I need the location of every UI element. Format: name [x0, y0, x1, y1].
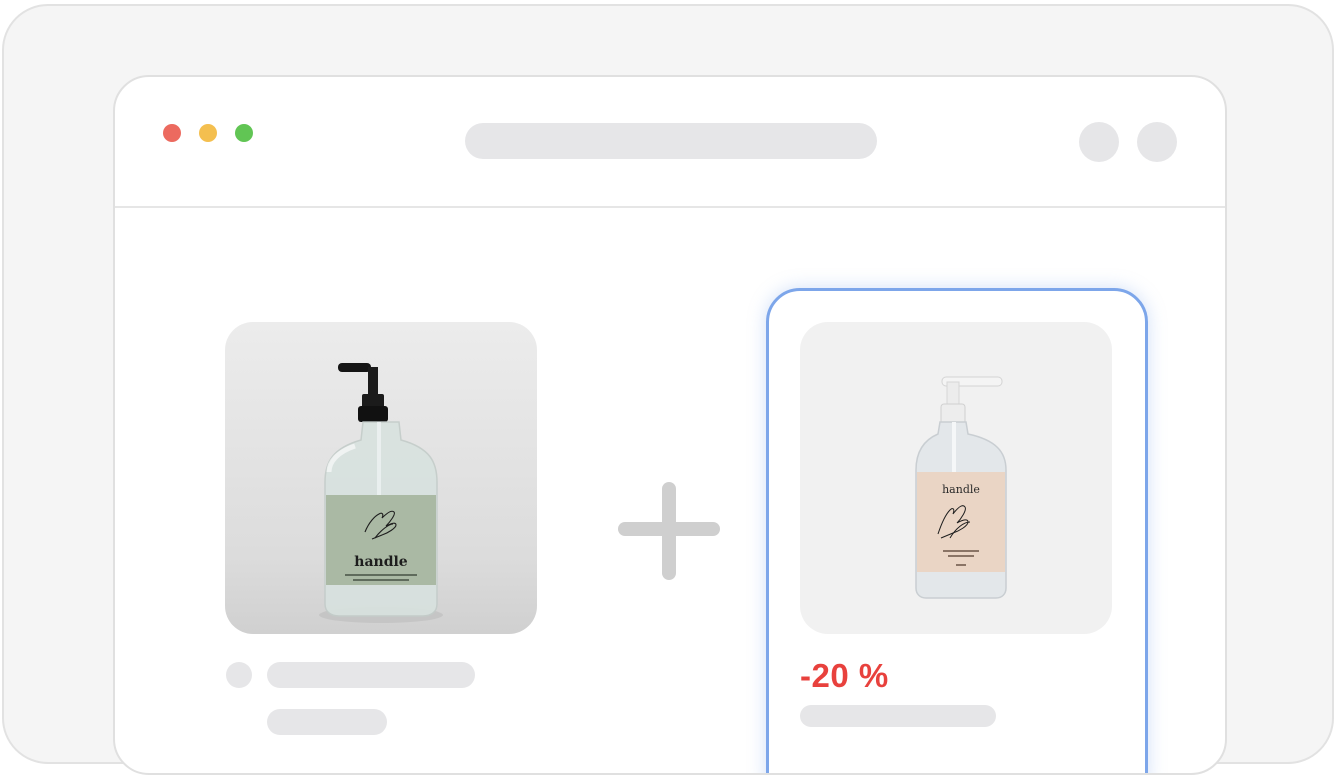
soap-bottle-green-label: handle: [319, 363, 443, 623]
address-bar[interactable]: [465, 123, 877, 159]
placeholder-bundle-title: [800, 705, 996, 727]
toolbar-button-1[interactable]: [1079, 122, 1119, 162]
discount-badge: -20 %: [800, 657, 889, 694]
soap-bottle-peach-label: handle: [915, 376, 1007, 599]
browser-titlebar: [115, 77, 1225, 208]
placeholder-title: [267, 662, 475, 688]
toolbar-button-2[interactable]: [1137, 122, 1177, 162]
product-a-brand: handle: [354, 554, 408, 570]
plus-icon: [618, 482, 720, 580]
browser-window: handle handle -20 %: [113, 75, 1227, 775]
product-b-brand: handle: [942, 483, 980, 496]
close-window-button[interactable]: [163, 124, 181, 142]
product-image-main[interactable]: handle: [225, 322, 537, 634]
placeholder-price: [267, 709, 387, 735]
maximize-window-button[interactable]: [235, 124, 253, 142]
placeholder-avatar: [226, 662, 252, 688]
minimize-window-button[interactable]: [199, 124, 217, 142]
product-image-bundle[interactable]: handle: [800, 322, 1112, 634]
